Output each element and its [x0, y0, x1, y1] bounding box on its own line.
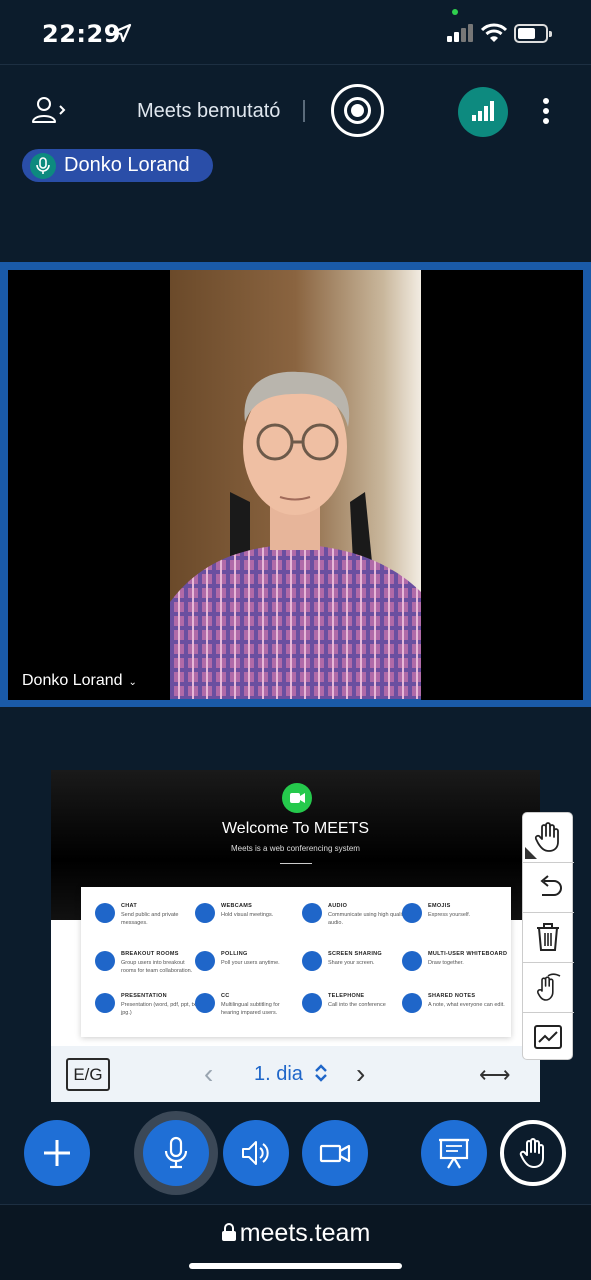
chat-icon [95, 903, 115, 923]
trash-icon [537, 923, 559, 951]
cellular-signal-icon [447, 24, 473, 42]
actions-add-button[interactable] [24, 1120, 90, 1186]
video-tile[interactable]: Donko Lorand ⌄ [0, 262, 591, 707]
slide-divider [280, 863, 312, 864]
whiteboard-tools-button[interactable] [526, 1015, 570, 1059]
whiteboard-icon [402, 951, 422, 971]
webcam-feed [170, 270, 421, 700]
feature-presentation: PRESENTATION Presentation (word, pdf, ppt… [95, 993, 199, 1033]
emoji-icon [402, 903, 422, 923]
feature-screen-sharing: SCREEN SHARING Share your screen. [302, 951, 402, 991]
connection-status-button[interactable] [458, 87, 508, 137]
notes-icon [402, 993, 422, 1013]
presentation-controls: E/G ‹ 1. dia › ⟷ [51, 1046, 540, 1102]
chevron-down-icon: ⌄ [128, 677, 137, 688]
url-display[interactable]: meets.team [0, 1219, 591, 1248]
clear-annotations-button[interactable] [526, 915, 570, 959]
user-list-button[interactable] [30, 94, 74, 126]
toggle-camera-button[interactable] [302, 1120, 368, 1186]
feature-audio: AUDIO Communicate using high quality audi… [302, 903, 406, 943]
connection-status-icon [472, 101, 494, 121]
video-participant-name[interactable]: Donko Lorand ⌄ [22, 672, 137, 690]
status-time: 22:29 [42, 20, 121, 48]
meets-logo-icon [282, 783, 312, 813]
slide-number-label: 1. dia [254, 1063, 303, 1085]
more-options-button[interactable] [532, 94, 560, 128]
url-text: meets.team [239, 1219, 371, 1247]
webcam-icon [195, 903, 215, 923]
screen-share-icon [302, 951, 322, 971]
feature-chat: CHAT Send public and private messages. [95, 903, 195, 943]
next-slide-button[interactable]: › [356, 1060, 365, 1088]
feature-webcams: WEBCAMS Hold visual meetings. [195, 903, 295, 943]
breakout-icon [95, 951, 115, 971]
feature-shared-notes: SHARED NOTES A note, what everyone can ed… [402, 993, 505, 1033]
chart-line-icon [534, 1025, 562, 1049]
talking-indicator[interactable]: Donko Lorand [22, 149, 213, 182]
browser-url-bar: meets.team [0, 1204, 591, 1280]
fit-width-button[interactable]: ⟷ [479, 1062, 511, 1088]
title-separator [303, 100, 305, 122]
header-divider [0, 64, 591, 65]
speaker-icon [242, 1141, 269, 1165]
audio-icon [302, 903, 322, 923]
microphone-icon [164, 1136, 188, 1169]
toolbar-divider [523, 962, 574, 963]
toggle-microphone-button[interactable] [143, 1120, 209, 1186]
multi-user-button[interactable] [526, 965, 570, 1009]
record-dot [351, 104, 364, 117]
location-arrow-icon [112, 23, 132, 43]
slide-subtitle: Meets is a web conferencing system [231, 844, 360, 853]
meeting-header: Meets bemutató [0, 72, 591, 150]
video-frame: Donko Lorand ⌄ [8, 270, 583, 700]
eg-toggle-button[interactable]: E/G [66, 1058, 110, 1091]
hand-pan-icon [534, 822, 559, 852]
presentation-icon [95, 993, 115, 1013]
status-bar: 22:29 [0, 0, 591, 64]
record-button[interactable] [331, 84, 384, 137]
raise-hand-button[interactable] [500, 1120, 566, 1186]
feature-polling: POLLING Poll your users anytime. [195, 951, 295, 991]
toolbar-divider [523, 912, 574, 913]
participant-name-label: Donko Lorand [22, 672, 123, 689]
user-list-icon [32, 97, 66, 123]
toolbar-divider [523, 862, 574, 863]
camera-icon [319, 1144, 351, 1163]
raise-hand-icon [519, 1138, 544, 1168]
annotation-toolbar [522, 812, 574, 1060]
privacy-indicator-dot [452, 9, 458, 15]
home-indicator[interactable] [189, 1263, 402, 1269]
poll-icon [195, 951, 215, 971]
slide-title: Welcome To MEETS [221, 820, 369, 837]
feature-grid: CHAT Send public and private messages. WE… [81, 887, 511, 1037]
toolbar-divider [523, 1012, 574, 1013]
slide-selector[interactable]: 1. dia [254, 1063, 329, 1086]
action-bar [0, 1108, 591, 1204]
undo-icon [540, 875, 562, 896]
feature-whiteboard: MULTI-USER WHITEBOARD Draw together. [402, 951, 507, 991]
presentation-toggle-button[interactable] [421, 1120, 487, 1186]
audio-settings-button[interactable] [223, 1120, 289, 1186]
presentation-area[interactable]: Welcome To MEETS Meets is a web conferen… [51, 770, 540, 1102]
microphone-icon [30, 152, 56, 179]
wifi-icon [481, 23, 507, 42]
feature-cc: CC Multilingual subtitling for hearing im… [195, 993, 295, 1033]
feature-breakout-rooms: BREAKOUT ROOMS Group users into breakout … [95, 951, 195, 991]
submenu-corner-icon [525, 847, 537, 859]
undo-button[interactable] [526, 865, 570, 909]
feature-emojis: EMOJIS Express yourself. [402, 903, 502, 943]
meeting-title: Meets bemutató [137, 100, 281, 122]
updown-chevron-icon [314, 1064, 327, 1082]
cc-icon [195, 993, 215, 1013]
presentation-icon [439, 1138, 469, 1169]
telephone-icon [302, 993, 322, 1013]
add-icon [44, 1140, 70, 1166]
lock-icon [221, 1223, 236, 1241]
multi-user-hand-icon [536, 973, 561, 1001]
previous-slide-button[interactable]: ‹ [204, 1060, 213, 1088]
talker-name: Donko Lorand [64, 154, 190, 176]
battery-icon [514, 24, 552, 43]
feature-telephone: TELEPHONE Call into the conference [302, 993, 402, 1033]
